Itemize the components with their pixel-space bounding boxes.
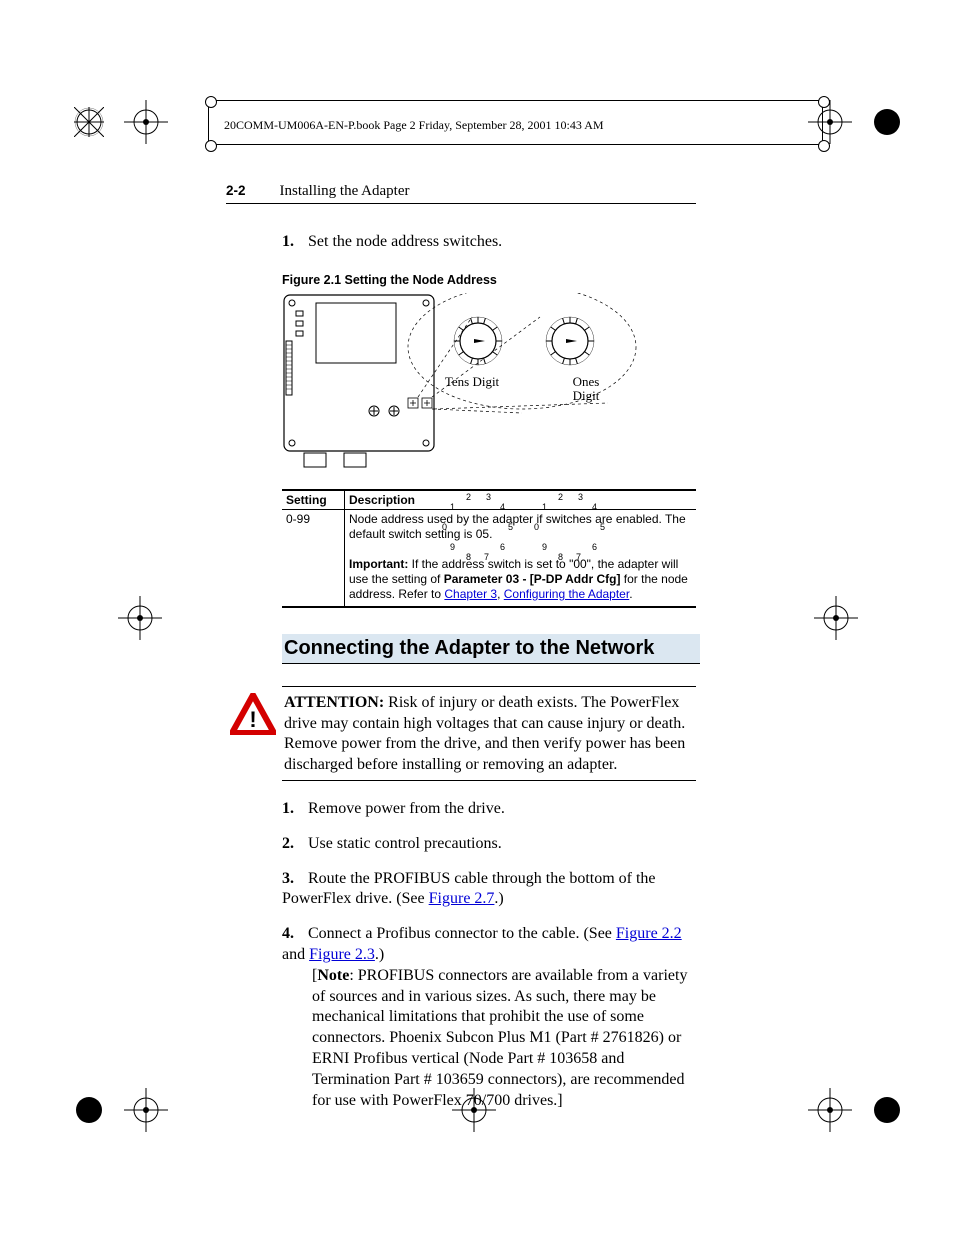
ones-label: Ones Digit xyxy=(558,375,614,404)
figure-caption: Figure 2.1 Setting the Node Address xyxy=(282,273,690,287)
crosshair-icon xyxy=(118,596,162,640)
figure-2-7-link[interactable]: Figure 2.7 xyxy=(429,890,495,907)
frame-corner-icon xyxy=(205,96,217,108)
crosshair-icon xyxy=(808,1088,852,1132)
attention-text: ATTENTION: Risk of injury or death exist… xyxy=(284,693,696,776)
book-meta-line: 20COMM-UM006A-EN-P.book Page 2 Friday, S… xyxy=(224,118,604,133)
reg-mark-top-left xyxy=(74,100,168,144)
section-heading: Connecting the Adapter to the Network xyxy=(282,634,700,664)
figure-2-3-link[interactable]: Figure 2.3 xyxy=(309,946,375,963)
reg-mark-bottom-right xyxy=(808,1088,902,1132)
content: 2-2 Installing the Adapter 1. Set the nod… xyxy=(226,182,690,1125)
reg-mark-left xyxy=(118,596,162,645)
step-note: [Note: PROFIBUS connectors are available… xyxy=(312,966,696,1112)
reg-mark-right xyxy=(814,596,858,645)
figure-2-2-link[interactable]: Figure 2.2 xyxy=(616,925,682,942)
step-number: 1. xyxy=(282,232,298,253)
tens-label: Tens Digit xyxy=(442,375,502,389)
crosshair-icon xyxy=(124,100,168,144)
attention-icon: ! xyxy=(230,693,276,776)
td-setting: 0-99 xyxy=(282,509,345,607)
page-number: 2-2 xyxy=(226,183,246,198)
step-1: 1. Set the node address switches. xyxy=(282,232,696,253)
th-setting: Setting xyxy=(282,490,345,510)
chapter-title: Installing the Adapter xyxy=(280,183,410,199)
page-header: 2-2 Installing the Adapter xyxy=(226,182,696,204)
th-description: Description xyxy=(345,490,697,510)
step-item: 2.Use static control precautions. xyxy=(282,834,696,855)
attention-block: ! ATTENTION: Risk of injury or death exi… xyxy=(282,686,696,781)
frame-line xyxy=(210,144,822,145)
frame-corner-icon xyxy=(818,96,830,108)
step-item: 1.Remove power from the drive. xyxy=(282,799,696,820)
page: 20COMM-UM006A-EN-P.book Page 2 Friday, S… xyxy=(0,0,954,1235)
figure-2-1: 0 1 2 3 4 5 6 7 8 9 0 1 2 3 4 5 6 7 xyxy=(282,293,642,475)
crosshair-icon xyxy=(808,100,852,144)
step-item: 3.Route the PROFIBUS cable through the b… xyxy=(282,869,696,911)
frame-corner-icon xyxy=(205,140,217,152)
step-item: 4.Connect a Profibus connector to the ca… xyxy=(282,924,696,1111)
chapter-3-link[interactable]: Chapter 3 xyxy=(444,587,497,601)
frame-line xyxy=(210,100,822,101)
procedure-steps: 1.Remove power from the drive. 2.Use sta… xyxy=(282,799,696,1111)
configuring-adapter-link[interactable]: Configuring the Adapter xyxy=(504,587,629,601)
svg-text:!: ! xyxy=(249,707,256,732)
step-text: Set the node address switches. xyxy=(308,233,502,250)
crosshair-icon xyxy=(124,1088,168,1132)
settings-table: Setting Description 0-99 Node address us… xyxy=(282,489,696,608)
td-description: Node address used by the adapter if swit… xyxy=(345,509,697,607)
reg-mark-bottom-left xyxy=(74,1088,168,1132)
frame-corner-icon xyxy=(818,140,830,152)
crosshair-icon xyxy=(814,596,858,640)
